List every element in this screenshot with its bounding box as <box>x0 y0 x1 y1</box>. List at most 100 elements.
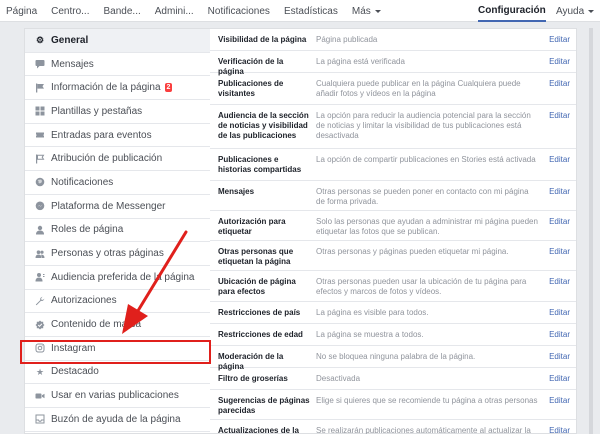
row-label: Publicaciones e historias compartidas <box>218 155 302 174</box>
settings-row-sugerencias: Sugerencias de páginas parecidas Elige s… <box>210 390 576 420</box>
sidebar-item-label: Mensajes <box>51 58 94 70</box>
sidebar-item-contenido-marca[interactable]: Contenido de marca <box>25 313 211 337</box>
edit-link[interactable]: Editar <box>542 241 576 261</box>
settings-row-audiencia-noticias: Audiencia de la sección de noticias y vi… <box>210 105 576 149</box>
help-menu[interactable]: Ayuda <box>556 0 595 22</box>
tab-notificaciones[interactable]: Notificaciones <box>201 0 277 22</box>
sidebar-item-destacado[interactable]: ★ Destacado <box>25 361 211 385</box>
sidebar-item-label: Contenido de marca <box>51 319 142 331</box>
top-navigation-bar: Página Centro... Bande... Admini... Noti… <box>0 0 600 22</box>
tab-estadisticas[interactable]: Estadísticas <box>277 0 345 22</box>
row-value: Otras personas y páginas pueden etiqueta… <box>316 247 509 256</box>
settings-row-ubicacion-efectos: Ubicación de página para efectos Otras p… <box>210 271 576 302</box>
edit-link[interactable]: Editar <box>542 368 576 388</box>
sidebar-item-buzon[interactable]: Buzón de ayuda de la página <box>25 408 211 432</box>
tab-administrador[interactable]: Admini... <box>148 0 201 22</box>
page-tabs: Página Centro... Bande... Admini... Noti… <box>0 0 388 22</box>
scrollbar[interactable] <box>589 28 593 434</box>
settings-row-mensajes: Mensajes Otras personas se pueden poner … <box>210 181 576 211</box>
sidebar-item-label: Usar en varias publicaciones <box>51 390 179 402</box>
row-label: Sugerencias de páginas parecidas <box>218 396 310 415</box>
settings-row-visibilidad: Visibilidad de la página Página publicad… <box>210 29 576 51</box>
person-icon <box>35 225 45 235</box>
sidebar-item-atribucion[interactable]: Atribución de publicación <box>25 147 211 172</box>
sidebar-item-plantillas[interactable]: Plantillas y pestañas <box>25 100 211 124</box>
tab-configuracion[interactable]: Configuración <box>478 0 546 22</box>
row-label: Mensajes <box>218 187 255 196</box>
sidebar-item-label: Roles de página <box>51 224 124 236</box>
ticket-icon <box>35 130 45 140</box>
row-label: Filtro de groserías <box>218 374 288 383</box>
tab-bandeja[interactable]: Bande... <box>97 0 148 22</box>
row-value: La página es visible para todos. <box>316 308 429 317</box>
edit-link[interactable]: Editar <box>542 181 576 201</box>
tab-pagina[interactable]: Página <box>0 0 44 22</box>
settings-row-verificacion: Verificación de la página La página está… <box>210 51 576 76</box>
sidebar-item-informacion[interactable]: Información de la página 2 <box>25 76 211 101</box>
edit-link[interactable]: Editar <box>542 346 576 366</box>
sidebar-item-general[interactable]: ⚙ General <box>25 29 211 53</box>
row-label: Publicaciones de visitantes <box>218 79 284 98</box>
edit-link[interactable]: Editar <box>542 324 576 344</box>
settings-row-moderacion: Moderación de la página No se bloquea ni… <box>210 346 576 371</box>
sidebar-item-label: Buzón de ayuda de la página <box>51 413 181 425</box>
sidebar-item-label: Plataforma de Messenger <box>51 200 166 212</box>
edit-link[interactable]: Editar <box>542 390 576 410</box>
gear-icon: ⚙ <box>35 35 45 46</box>
row-label: Audiencia de la sección de noticias y vi… <box>218 111 309 140</box>
row-value: Solo las personas que ayudan a administr… <box>316 217 538 236</box>
edit-link[interactable]: Editar <box>542 29 576 49</box>
row-label: Restricciones de edad <box>218 330 303 339</box>
edit-link[interactable]: Editar <box>542 73 576 93</box>
edit-link[interactable]: Editar <box>542 51 576 71</box>
settings-row-restricciones-pais: Restricciones de país La página es visib… <box>210 302 576 324</box>
settings-sidebar: ⚙ General Mensajes Información de la pág… <box>24 28 212 434</box>
sidebar-item-roles[interactable]: Roles de página <box>25 219 211 243</box>
row-label: Restricciones de país <box>218 308 301 317</box>
sidebar-item-usar-varias[interactable]: Usar en varias publicaciones <box>25 384 211 408</box>
settings-row-filtro-groserias: Filtro de groserías Desactivada Editar <box>210 368 576 390</box>
sidebar-item-label: General <box>51 34 89 46</box>
sidebar-item-messenger[interactable]: Plataforma de Messenger <box>25 195 211 219</box>
edit-link[interactable]: Editar <box>542 211 576 231</box>
grid-icon <box>35 106 45 116</box>
sidebar-item-entradas[interactable]: Entradas para eventos <box>25 124 211 148</box>
row-value: La opción de compartir publicaciones en … <box>316 155 536 164</box>
sidebar-item-label: Notificaciones <box>51 176 114 188</box>
settings-row-autorizacion-etiquetar: Autorización para etiquetar Solo las per… <box>210 211 576 241</box>
notification-badge: 2 <box>164 83 173 93</box>
edit-link[interactable]: Editar <box>542 105 576 125</box>
settings-row-otras-etiquetan: Otras personas que etiquetan la página O… <box>210 241 576 271</box>
sidebar-item-notificaciones[interactable]: Notificaciones <box>25 171 211 195</box>
more-label: Más <box>351 5 371 17</box>
edit-link[interactable]: Editar <box>542 302 576 322</box>
chevron-down-icon <box>374 9 381 13</box>
row-label: Otras personas que etiquetan la página <box>218 247 294 266</box>
badge-check-icon <box>35 320 45 330</box>
wrench-icon <box>35 296 45 306</box>
row-value: Desactivada <box>316 374 361 383</box>
edit-link[interactable]: Editar <box>542 149 576 169</box>
tab-more[interactable]: Más <box>345 0 388 22</box>
sidebar-item-label: Entradas para eventos <box>51 129 152 141</box>
row-value: Cualquiera puede publicar en la página C… <box>316 79 521 98</box>
flag-outline-icon <box>35 154 45 164</box>
row-label: Ubicación de página para efectos <box>218 277 296 296</box>
sidebar-item-audiencia[interactable]: Audiencia preferida de la página <box>25 266 211 290</box>
sidebar-item-label: Atribución de publicación <box>51 153 163 165</box>
tab-centro[interactable]: Centro... <box>44 0 96 22</box>
sidebar-item-label: Autorizaciones <box>51 295 117 307</box>
settings-table: Visibilidad de la página Página publicad… <box>210 28 577 434</box>
row-value: Página publicada <box>316 35 378 44</box>
edit-link[interactable]: Editar <box>542 271 576 291</box>
edit-link[interactable]: Editar <box>542 420 576 434</box>
sidebar-item-autorizaciones[interactable]: Autorizaciones <box>25 290 211 314</box>
sidebar-item-personas[interactable]: Personas y otras páginas <box>25 242 211 266</box>
audience-icon <box>35 272 45 282</box>
settings-row-restricciones-edad: Restricciones de edad La página se muest… <box>210 324 576 346</box>
sidebar-item-mensajes[interactable]: Mensajes <box>25 53 211 77</box>
settings-row-publicaciones-visitantes: Publicaciones de visitantes Cualquiera p… <box>210 73 576 105</box>
row-value: Otras personas pueden usar la ubicación … <box>316 277 527 296</box>
flag-icon <box>35 83 45 93</box>
row-label: Actualizaciones de la página <box>218 426 299 434</box>
